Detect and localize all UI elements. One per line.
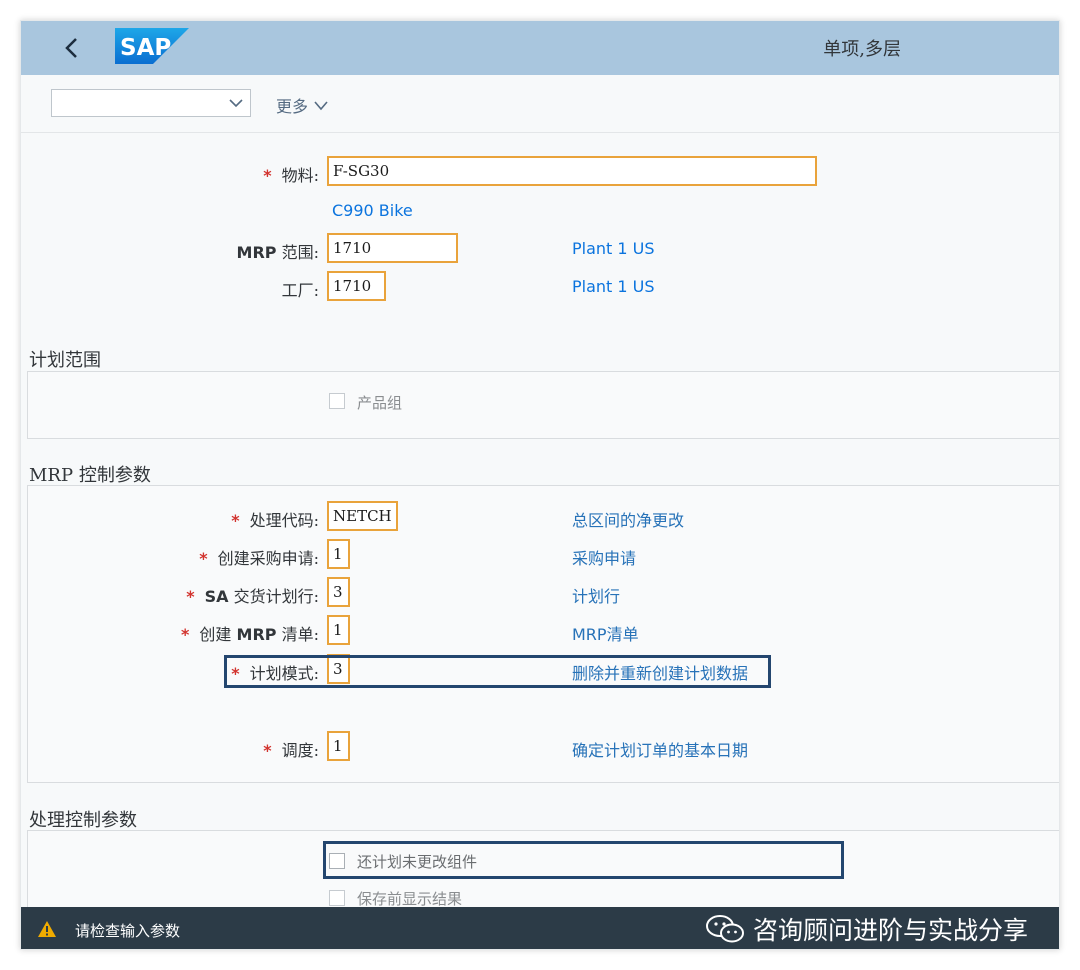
processing-key-input[interactable]: NETCH	[327, 501, 398, 531]
scheduling-label: * 调度:	[263, 741, 319, 760]
mrp-control-title: MRP 控制参数	[29, 465, 151, 486]
chevron-down-icon	[314, 101, 328, 111]
page-title: 单项,多层	[823, 39, 901, 60]
create-mrp-list-input[interactable]: 1	[327, 615, 350, 645]
watermark-text: 咨询顾问进阶与实战分享	[753, 916, 1029, 945]
sap-logo[interactable]: SAP	[115, 28, 189, 64]
also-plan-unchanged-highlight	[323, 841, 844, 879]
planning-mode-highlight	[224, 655, 771, 688]
more-button[interactable]: 更多	[276, 93, 329, 117]
sa-schedule-lines-description: 计划行	[572, 587, 621, 606]
mrp-area-label: MRP 范围:	[236, 243, 319, 262]
create-pur-req-description: 采购申请	[572, 549, 637, 568]
app-window: SAP 单项,多层 更多 * 物料: F-SG30 C990 Bike MRP 范…	[20, 20, 1060, 950]
watermark: 咨询顾问进阶与实战分享	[705, 911, 1028, 947]
product-group-checkbox[interactable]	[329, 393, 345, 409]
process-control-title: 处理控制参数	[29, 810, 137, 831]
required-marker: *	[199, 549, 208, 568]
wechat-icon	[706, 915, 744, 943]
sap-logo-text: SAP	[120, 35, 171, 61]
create-pur-req-input[interactable]: 1	[327, 539, 350, 569]
toolbar: 更多	[21, 75, 1059, 133]
processing-key-label: * 处理代码:	[231, 511, 319, 530]
plant-label: 工厂:	[281, 281, 319, 300]
chevron-down-icon	[228, 92, 244, 118]
required-marker: *	[186, 587, 195, 606]
mrp-area-description: Plant 1 US	[572, 239, 655, 258]
create-mrp-list-description: MRP清单	[572, 625, 639, 644]
display-before-save-checkbox[interactable]	[329, 890, 345, 906]
required-marker: *	[263, 741, 272, 760]
material-input[interactable]: F-SG30	[327, 156, 817, 186]
create-pur-req-label: * 创建采购申请:	[199, 549, 319, 568]
variant-select[interactable]	[51, 89, 251, 117]
sa-schedule-lines-input[interactable]: 3	[327, 577, 350, 607]
shell-header: SAP 单项,多层	[21, 21, 1059, 75]
warning-triangle-icon[interactable]	[37, 919, 57, 939]
status-message[interactable]: 请检查输入参数	[75, 920, 180, 941]
product-group-label: 产品组	[357, 394, 403, 412]
display-before-save-label: 保存前显示结果	[357, 890, 463, 908]
plant-description: Plant 1 US	[572, 277, 655, 296]
required-marker: *	[263, 166, 272, 185]
planning-scope-title: 计划范围	[29, 350, 101, 371]
create-mrp-list-label: * 创建 MRP 清单:	[181, 625, 319, 644]
processing-key-description: 总区间的净更改	[572, 511, 685, 530]
planning-scope-panel	[27, 371, 1059, 439]
material-label: * 物料:	[263, 166, 319, 185]
plant-input[interactable]: 1710	[327, 271, 386, 301]
required-marker: *	[181, 625, 190, 644]
scheduling-description: 确定计划订单的基本日期	[572, 741, 749, 760]
more-label: 更多	[276, 97, 309, 116]
material-description: C990 Bike	[332, 201, 413, 220]
message-bar: 请检查输入参数 咨询顾问进阶与实战分享	[21, 907, 1059, 949]
sa-schedule-lines-label: * SA 交货计划行:	[186, 587, 319, 606]
scheduling-input[interactable]: 1	[327, 731, 350, 761]
required-marker: *	[231, 511, 240, 530]
chevron-left-icon[interactable]	[59, 33, 85, 63]
mrp-area-input[interactable]: 1710	[327, 233, 458, 263]
